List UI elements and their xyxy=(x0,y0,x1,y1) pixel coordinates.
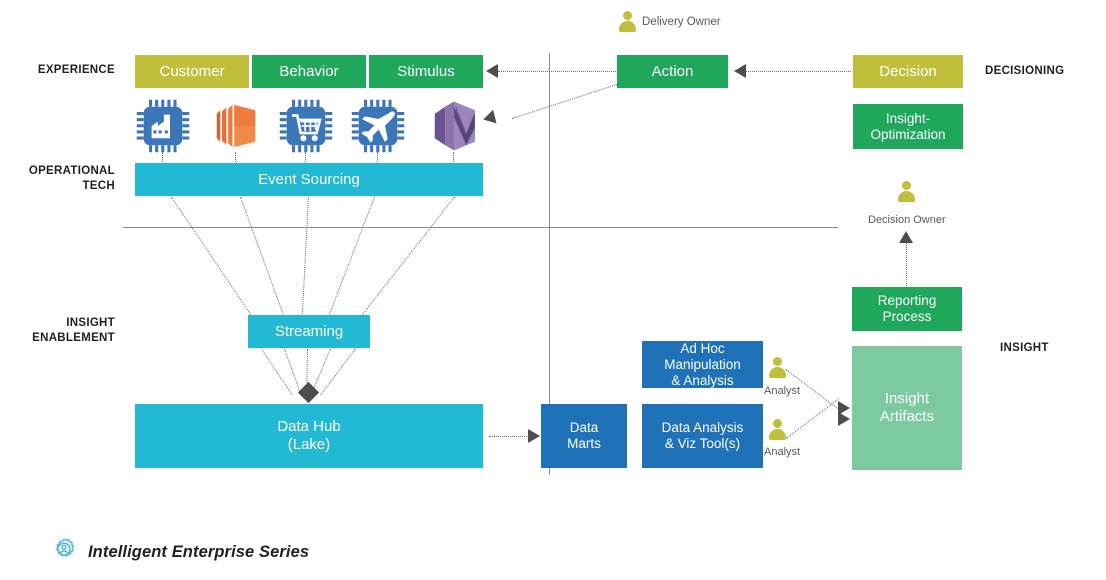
band-label-insight-enablement: INSIGHT ENABLEMENT xyxy=(32,317,115,344)
node-insight-optimization[interactable]: Insight- Optimization xyxy=(853,104,963,149)
node-customer-label: Customer xyxy=(159,62,225,80)
connector-action-to-stimulus xyxy=(498,71,616,72)
node-ad-hoc-label: Ad Hoc Manipulation & Analysis xyxy=(664,340,741,388)
avatar-head-icon xyxy=(773,419,782,428)
connector-analyst-bottom-to-artifacts xyxy=(786,398,840,439)
node-streaming-label: Streaming xyxy=(274,322,344,340)
arrowhead-reporting-to-decision-owner xyxy=(899,231,913,243)
node-decision-label: Decision xyxy=(879,62,937,80)
node-data-marts[interactable]: Data Marts xyxy=(541,404,627,468)
connector-event-to-streaming-4 xyxy=(328,196,375,316)
diagram-canvas: EXPERIENCE OPERATIONAL TECH INSIGHT ENAB… xyxy=(0,0,1106,580)
brand-title: Intelligent Enterprise Series xyxy=(88,543,310,561)
node-streaming[interactable]: Streaming xyxy=(248,315,370,348)
avatar-body-icon xyxy=(769,367,786,378)
horizontal-axis-line xyxy=(123,227,838,228)
connector-streaming-to-hub-5 xyxy=(320,348,356,396)
connector-streaming-to-hub-1 xyxy=(261,349,293,396)
node-data-hub[interactable]: Data Hub (Lake) xyxy=(135,404,483,468)
connector-hub-to-marts xyxy=(489,436,531,437)
factory-chip-icon xyxy=(135,98,191,154)
node-reporting-process-label: Reporting Process xyxy=(877,293,937,324)
connector-event-to-streaming-3 xyxy=(301,196,309,316)
connector-reporting-to-decision-owner xyxy=(906,243,907,286)
actor-label-delivery-owner: Delivery Owner xyxy=(642,16,721,28)
connector-decision-to-action xyxy=(746,71,851,72)
hexagon-check-icon xyxy=(426,98,482,154)
node-decision[interactable]: Decision xyxy=(853,55,963,88)
gear-person-icon xyxy=(50,536,78,569)
band-label-decisioning: DECISIONING xyxy=(985,65,1065,77)
node-event-sourcing-label: Event Sourcing xyxy=(258,170,360,188)
avatar-body-icon xyxy=(619,21,636,32)
band-label-insight: INSIGHT xyxy=(1000,342,1049,354)
node-data-marts-label: Data Marts xyxy=(567,420,601,451)
avatar-body-icon xyxy=(898,191,915,202)
diamond-marker-data-hub xyxy=(297,381,320,404)
layered-stack-icon xyxy=(208,98,264,154)
node-insight-artifacts-label: Insight Artifacts xyxy=(879,390,935,425)
actor-label-decision-owner: Decision Owner xyxy=(868,214,946,226)
band-label-experience: EXPERIENCE xyxy=(37,64,115,76)
avatar-head-icon xyxy=(623,11,632,20)
arrowhead-hub-to-marts xyxy=(528,429,540,443)
connector-action-to-tech xyxy=(512,83,619,119)
node-customer[interactable]: Customer xyxy=(135,55,249,88)
node-data-hub-label: Data Hub (Lake) xyxy=(277,418,341,453)
avatar-delivery-owner xyxy=(619,11,636,32)
avatar-decision-owner xyxy=(898,181,915,202)
node-ad-hoc[interactable]: Ad Hoc Manipulation & Analysis xyxy=(642,341,763,388)
cart-chip-icon xyxy=(278,98,334,154)
connector-event-to-streaming-5 xyxy=(360,196,455,317)
band-label-operational-tech: OPERATIONAL TECH xyxy=(28,165,115,192)
node-insight-artifacts[interactable]: Insight Artifacts xyxy=(852,346,962,470)
node-insight-optimization-label: Insight- Optimization xyxy=(870,110,946,142)
arrowhead-action-to-stimulus xyxy=(486,64,498,78)
node-event-sourcing[interactable]: Event Sourcing xyxy=(135,163,483,196)
actor-label-analyst-bottom: Analyst xyxy=(764,446,801,458)
node-behavior-label: Behavior xyxy=(279,62,339,80)
connector-event-to-streaming-2 xyxy=(240,197,285,316)
node-behavior[interactable]: Behavior xyxy=(252,55,366,88)
airplane-chip-icon xyxy=(350,98,406,154)
node-stimulus[interactable]: Stimulus xyxy=(369,55,483,88)
arrowhead-action-to-tech xyxy=(481,109,497,127)
node-data-analysis[interactable]: Data Analysis & Viz Tool(s) xyxy=(642,404,763,468)
connector-streaming-to-hub-4 xyxy=(311,348,331,394)
arrowhead-analyst-to-artifacts-2 xyxy=(838,412,850,426)
node-data-analysis-label: Data Analysis & Viz Tool(s) xyxy=(661,420,744,451)
avatar-head-icon xyxy=(773,357,782,366)
avatar-head-icon xyxy=(902,181,911,190)
connector-event-to-streaming-1 xyxy=(171,197,253,317)
node-action-label: Action xyxy=(651,62,694,80)
brand-footer: Intelligent Enterprise Series xyxy=(50,536,309,569)
node-stimulus-label: Stimulus xyxy=(397,62,455,80)
arrowhead-decision-to-action xyxy=(734,64,746,78)
avatar-analyst-bottom xyxy=(769,419,786,440)
node-reporting-process[interactable]: Reporting Process xyxy=(852,287,962,331)
avatar-analyst-top xyxy=(769,357,786,378)
actor-label-analyst-top: Analyst xyxy=(764,385,801,397)
avatar-body-icon xyxy=(769,429,786,440)
node-action[interactable]: Action xyxy=(617,55,728,88)
